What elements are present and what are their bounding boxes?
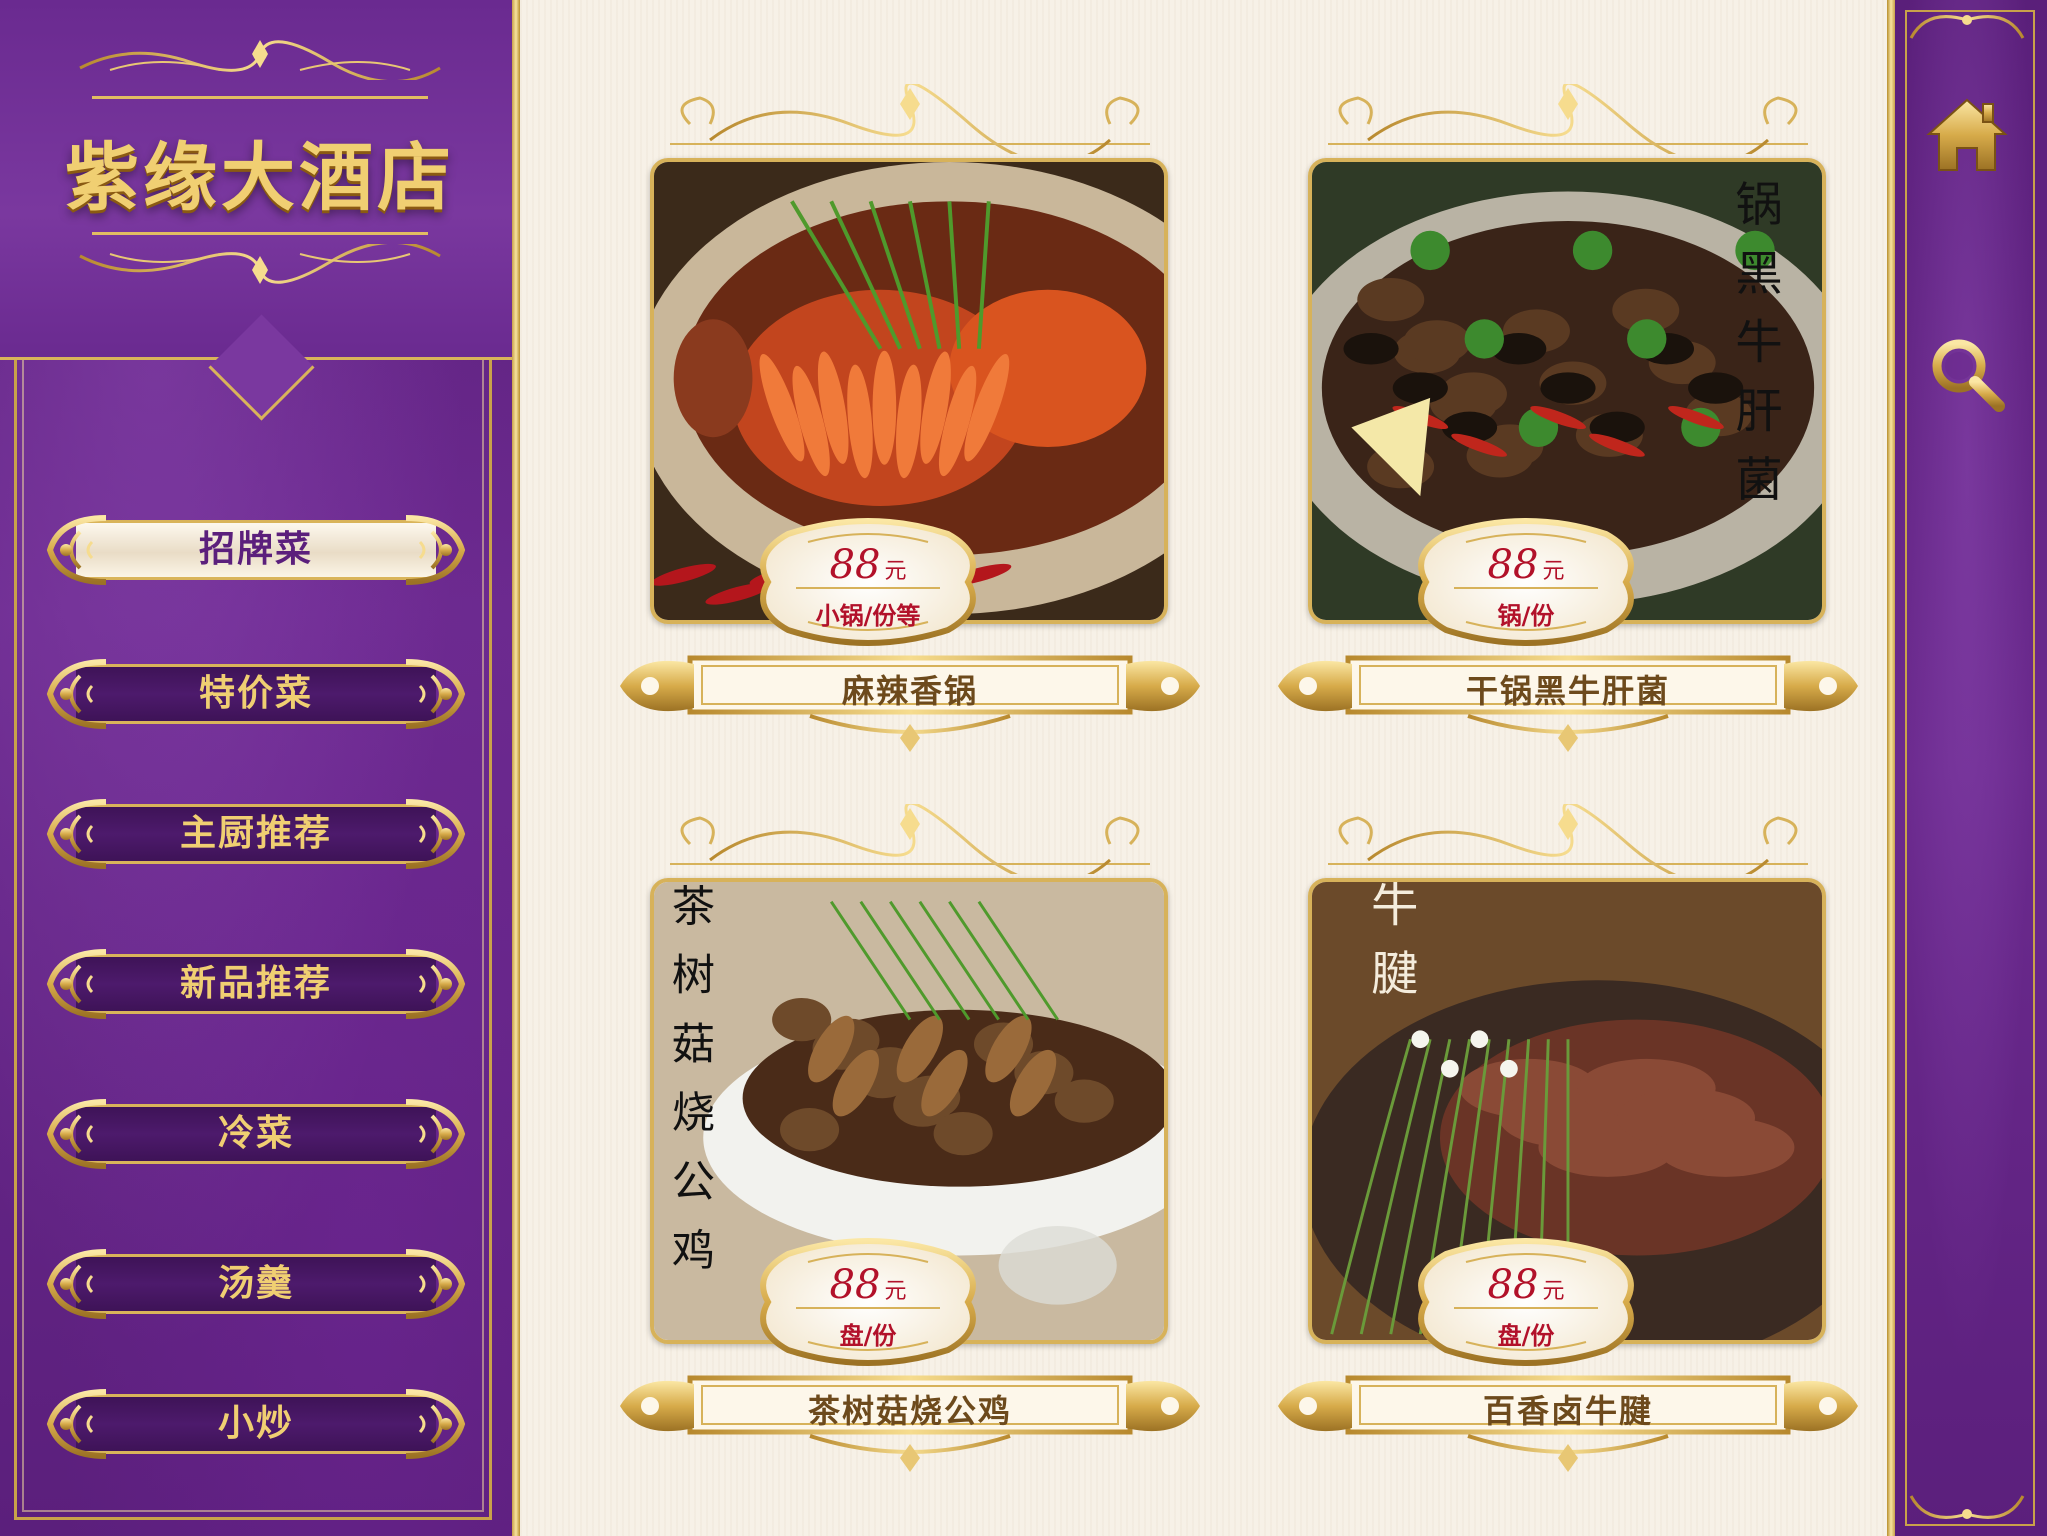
- svg-text:茶: 茶: [672, 882, 715, 932]
- restaurant-name: 紫缘大酒店: [65, 135, 455, 221]
- svg-text:锅: 锅: [1735, 178, 1782, 233]
- rail-frame: [1905, 10, 2035, 1526]
- svg-text:烧: 烧: [672, 1089, 715, 1139]
- menu-item-label: 汤羹: [217, 1263, 294, 1304]
- dish-card[interactable]: 88 元 小锅/份等 麻辣香锅: [610, 81, 1210, 764]
- price-unit: 小锅/份等: [815, 602, 921, 630]
- dish-grid: 88 元 小锅/份等 麻辣香锅 锅黑牛肝菌 88 元 锅/份 干锅黑牛肝菌 茶 …: [520, 0, 1887, 1536]
- flourish-ornament: [79, 244, 441, 284]
- category-sidebar: 紫缘大酒店 招牌菜 特价菜 主厨推荐 新品推荐 冷菜 汤羹 小炒: [0, 0, 520, 1536]
- svg-text:菇: 菇: [672, 1020, 715, 1070]
- svg-text:鸡: 鸡: [672, 1226, 715, 1276]
- dish-card[interactable]: 锅黑牛肝菌 88 元 锅/份 干锅黑牛肝菌: [1268, 81, 1868, 764]
- card-top-ornament: [650, 81, 1170, 166]
- rail-ornament: [1909, 1495, 2025, 1519]
- price-badge: 88 元 盘/份: [748, 1234, 988, 1370]
- card-top-ornament: [1308, 801, 1828, 886]
- price-amount: 88 元: [1487, 1262, 1565, 1308]
- dish-card[interactable]: 牛腱 88 元 盘/份 百香卤牛腱: [1268, 801, 1868, 1484]
- dish-name-plate: 茶树菇烧公鸡: [610, 1364, 1210, 1474]
- menu-item-label: 小炒: [217, 1403, 294, 1444]
- menu-item-3[interactable]: 主厨推荐: [40, 790, 472, 878]
- dish-name-plate: 麻辣香锅: [610, 644, 1210, 754]
- price-badge: 88 元 小锅/份等: [748, 514, 988, 650]
- price-amount: 88 元: [829, 542, 907, 588]
- svg-text:腱: 腱: [1371, 947, 1418, 1002]
- svg-text:树: 树: [672, 951, 715, 1001]
- logo-rule-top: [92, 96, 428, 99]
- price-unit: 锅/份: [1497, 602, 1555, 630]
- menu-item-6[interactable]: 汤羹: [40, 1240, 472, 1328]
- menu-item-label: 招牌菜: [198, 529, 313, 570]
- dish-name: 百香卤牛腱: [1482, 1392, 1653, 1430]
- menu-item-label: 特价菜: [198, 673, 313, 714]
- svg-text:黑: 黑: [1735, 247, 1782, 302]
- menu-item-7[interactable]: 小炒: [40, 1380, 472, 1468]
- svg-text:牛: 牛: [1371, 882, 1418, 933]
- dish-name: 茶树菇烧公鸡: [807, 1392, 1012, 1430]
- price-unit: 盘/份: [839, 1322, 897, 1350]
- svg-text:菌: 菌: [1735, 453, 1782, 508]
- menu-item-label: 冷菜: [217, 1113, 294, 1154]
- card-top-ornament: [1308, 81, 1828, 166]
- menu-item-4[interactable]: 新品推荐: [40, 940, 472, 1028]
- right-rail: [1887, 0, 2047, 1536]
- dish-card[interactable]: 茶树菇烧公鸡 88 元 盘/份 茶树菇烧公鸡: [610, 801, 1210, 1484]
- dish-name-plate: 百香卤牛腱: [1268, 1364, 1868, 1474]
- menu-item-5[interactable]: 冷菜: [40, 1090, 472, 1178]
- logo-rule-bottom: [92, 232, 428, 235]
- price-badge: 88 元 锅/份: [1406, 514, 1646, 650]
- menu-item-label: 新品推荐: [179, 963, 332, 1004]
- svg-text:公: 公: [672, 1158, 715, 1208]
- search-icon[interactable]: [1923, 330, 2011, 418]
- price-amount: 88 元: [1487, 542, 1565, 588]
- menu-item-label: 主厨推荐: [179, 813, 332, 854]
- card-top-ornament: [650, 801, 1170, 886]
- rail-ornament: [1909, 15, 2025, 39]
- flourish-ornament: [79, 40, 441, 80]
- svg-text:牛: 牛: [1735, 316, 1782, 371]
- dish-name: 干锅黑牛肝菌: [1465, 672, 1670, 710]
- logo-panel: 紫缘大酒店: [0, 0, 520, 360]
- dish-name-plate: 干锅黑牛肝菌: [1268, 644, 1868, 754]
- svg-text:肝: 肝: [1735, 384, 1782, 439]
- price-amount: 88 元: [829, 1262, 907, 1308]
- home-icon[interactable]: [1923, 90, 2011, 178]
- menu-item-2[interactable]: 特价菜: [40, 650, 472, 738]
- dish-name: 麻辣香锅: [841, 672, 978, 710]
- price-unit: 盘/份: [1497, 1322, 1555, 1350]
- menu-item-1[interactable]: 招牌菜: [40, 506, 472, 594]
- price-badge: 88 元 盘/份: [1406, 1234, 1646, 1370]
